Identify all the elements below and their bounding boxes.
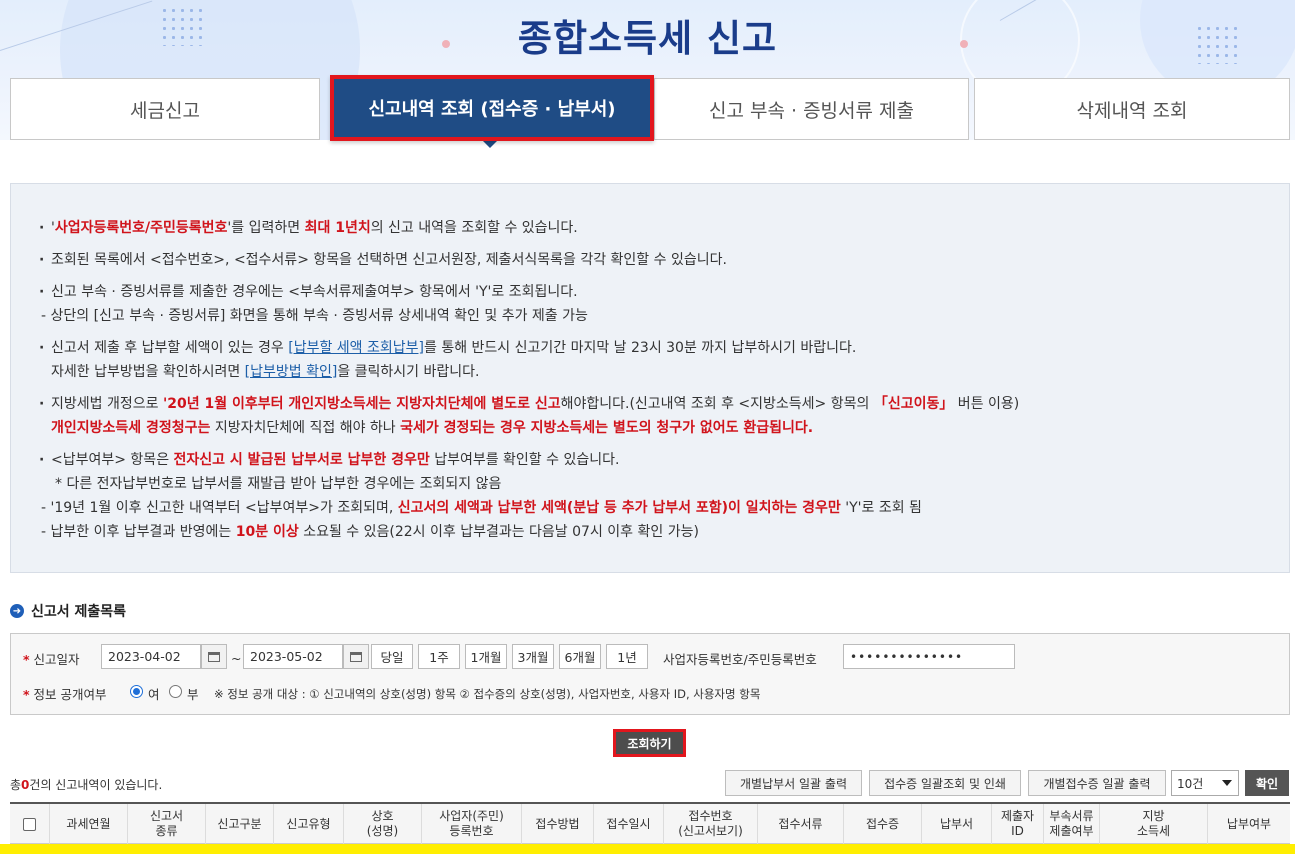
- public-no-label: 부: [187, 687, 199, 702]
- notice-item: 신고서 제출 후 납부할 세액이 있는 경우 [납부할 세액 조회납부]를 통해…: [37, 336, 1289, 384]
- select-all-cell: [10, 804, 50, 844]
- page-title: 종합소득세 신고: [517, 17, 778, 60]
- column-header: 접수증: [844, 804, 922, 844]
- column-header: 납부서: [922, 804, 992, 844]
- section-title: ➜ 신고서 제출목록: [10, 601, 126, 621]
- notice-item: 조회된 목록에서 <접수번호>, <접수서류> 항목을 선택하면 신고서원장, …: [37, 248, 1289, 272]
- date-label: * 신고일자: [23, 652, 80, 667]
- period-1week-button[interactable]: 1주: [418, 644, 460, 669]
- column-header: 납부여부: [1226, 816, 1272, 831]
- column-header: 접수일시: [594, 804, 664, 844]
- period-1year-button[interactable]: 1년: [606, 644, 648, 669]
- business-id-input[interactable]: [843, 644, 1015, 669]
- date-range-tilde: ~: [231, 651, 242, 666]
- column-header: 지방 소득세: [1100, 804, 1208, 844]
- notice-item: '사업자등록번호/주민등록번호'를 입력하면 최대 1년치의 신고 내역을 조회…: [37, 216, 1289, 240]
- column-header: 제출자 ID: [992, 804, 1044, 844]
- period-1month-button[interactable]: 1개월: [465, 644, 507, 669]
- tab-tax-filing[interactable]: 세금신고: [10, 78, 320, 140]
- period-today-button[interactable]: 당일: [371, 644, 413, 669]
- page-size-select[interactable]: 10건: [1171, 770, 1239, 796]
- public-yes-radio[interactable]: [130, 685, 143, 698]
- tab-supporting-documents[interactable]: 신고 부속 · 증빙서류 제출: [654, 78, 969, 140]
- highlight-bar: [0, 844, 1295, 854]
- id-label: 사업자등록번호/주민등록번호: [663, 652, 817, 667]
- date-from-input[interactable]: [101, 644, 201, 669]
- select-all-checkbox[interactable]: [23, 817, 36, 831]
- receipt-bulk-print-button[interactable]: 접수증 일괄조회 및 인쇄: [869, 770, 1021, 796]
- confirm-button[interactable]: 확인: [1245, 770, 1289, 796]
- column-header: 과세연월: [50, 804, 128, 844]
- public-info-note: ※ 정보 공개 대상 : ① 신고내역의 상호(성명) 항목 ② 접수증의 상호…: [214, 687, 761, 701]
- period-3month-button[interactable]: 3개월: [512, 644, 554, 669]
- public-no-radio[interactable]: [169, 685, 182, 698]
- payment-method-link[interactable]: [납부방법 확인]: [245, 364, 338, 380]
- tab-bar: 세금신고 신고내역 조회 (접수증 · 납부서) 신고 부속 · 증빙서류 제출…: [10, 75, 1290, 141]
- date-to-calendar-button[interactable]: [343, 644, 369, 669]
- column-header: 상호 (성명): [344, 804, 422, 844]
- notice-item: 신고 부속 · 증빙서류를 제출한 경우에는 <부속서류제출여부> 항목에서 '…: [37, 280, 1289, 328]
- bulk-bill-print-button[interactable]: 개별납부서 일괄 출력: [725, 770, 862, 796]
- tab-deleted-history[interactable]: 삭제내역 조회: [974, 78, 1290, 140]
- public-yes-label: 여: [148, 687, 160, 702]
- table-header: 과세연월 신고서 종류 신고구분 신고유형 상호 (성명) 사업자(주민) 등록…: [10, 802, 1290, 844]
- column-header: 부속서류 제출여부: [1044, 804, 1100, 844]
- notice-item: <납부여부> 항목은 전자신고 시 발급된 납부서로 납부한 경우만 납부여부를…: [37, 448, 1289, 544]
- period-6month-button[interactable]: 6개월: [559, 644, 601, 669]
- column-header: 신고구분: [206, 804, 274, 844]
- individual-receipt-print-button[interactable]: 개별접수증 일괄 출력: [1028, 770, 1166, 796]
- date-from-calendar-button[interactable]: [201, 644, 227, 669]
- column-header: 사업자(주민) 등록번호: [422, 804, 522, 844]
- column-header: 접수서류: [758, 804, 844, 844]
- date-to-input[interactable]: [243, 644, 343, 669]
- search-button[interactable]: 조회하기: [613, 729, 686, 757]
- arrow-right-icon: ➜: [10, 604, 24, 618]
- notice-box: '사업자등록번호/주민등록번호'를 입력하면 최대 1년치의 신고 내역을 조회…: [10, 183, 1290, 573]
- column-header: 신고유형: [274, 804, 344, 844]
- column-header: 접수방법: [522, 804, 594, 844]
- column-header: 신고서 종류: [128, 804, 206, 844]
- tab-filing-history[interactable]: 신고내역 조회 (접수증 · 납부서): [330, 75, 654, 141]
- active-tab-caret: [482, 140, 498, 148]
- public-label: * 정보 공개여부: [23, 687, 107, 702]
- column-header: 접수번호 (신고서보기): [664, 804, 758, 844]
- chevron-down-icon: [1222, 780, 1232, 786]
- calendar-icon: [350, 651, 362, 662]
- search-form: *신고일자 ~ 당일 1주 1개월 3개월 6개월 1년 사업자등록번호/주민등…: [10, 633, 1290, 715]
- tax-payment-link[interactable]: [납부할 세액 조회납부]: [288, 340, 424, 356]
- result-count: 총0건의 신고내역이 있습니다.: [10, 778, 163, 792]
- calendar-icon: [208, 651, 220, 662]
- notice-item: 지방세법 개정으로 '20년 1월 이후부터 개인지방소득세는 지방자치단체에 …: [37, 392, 1289, 440]
